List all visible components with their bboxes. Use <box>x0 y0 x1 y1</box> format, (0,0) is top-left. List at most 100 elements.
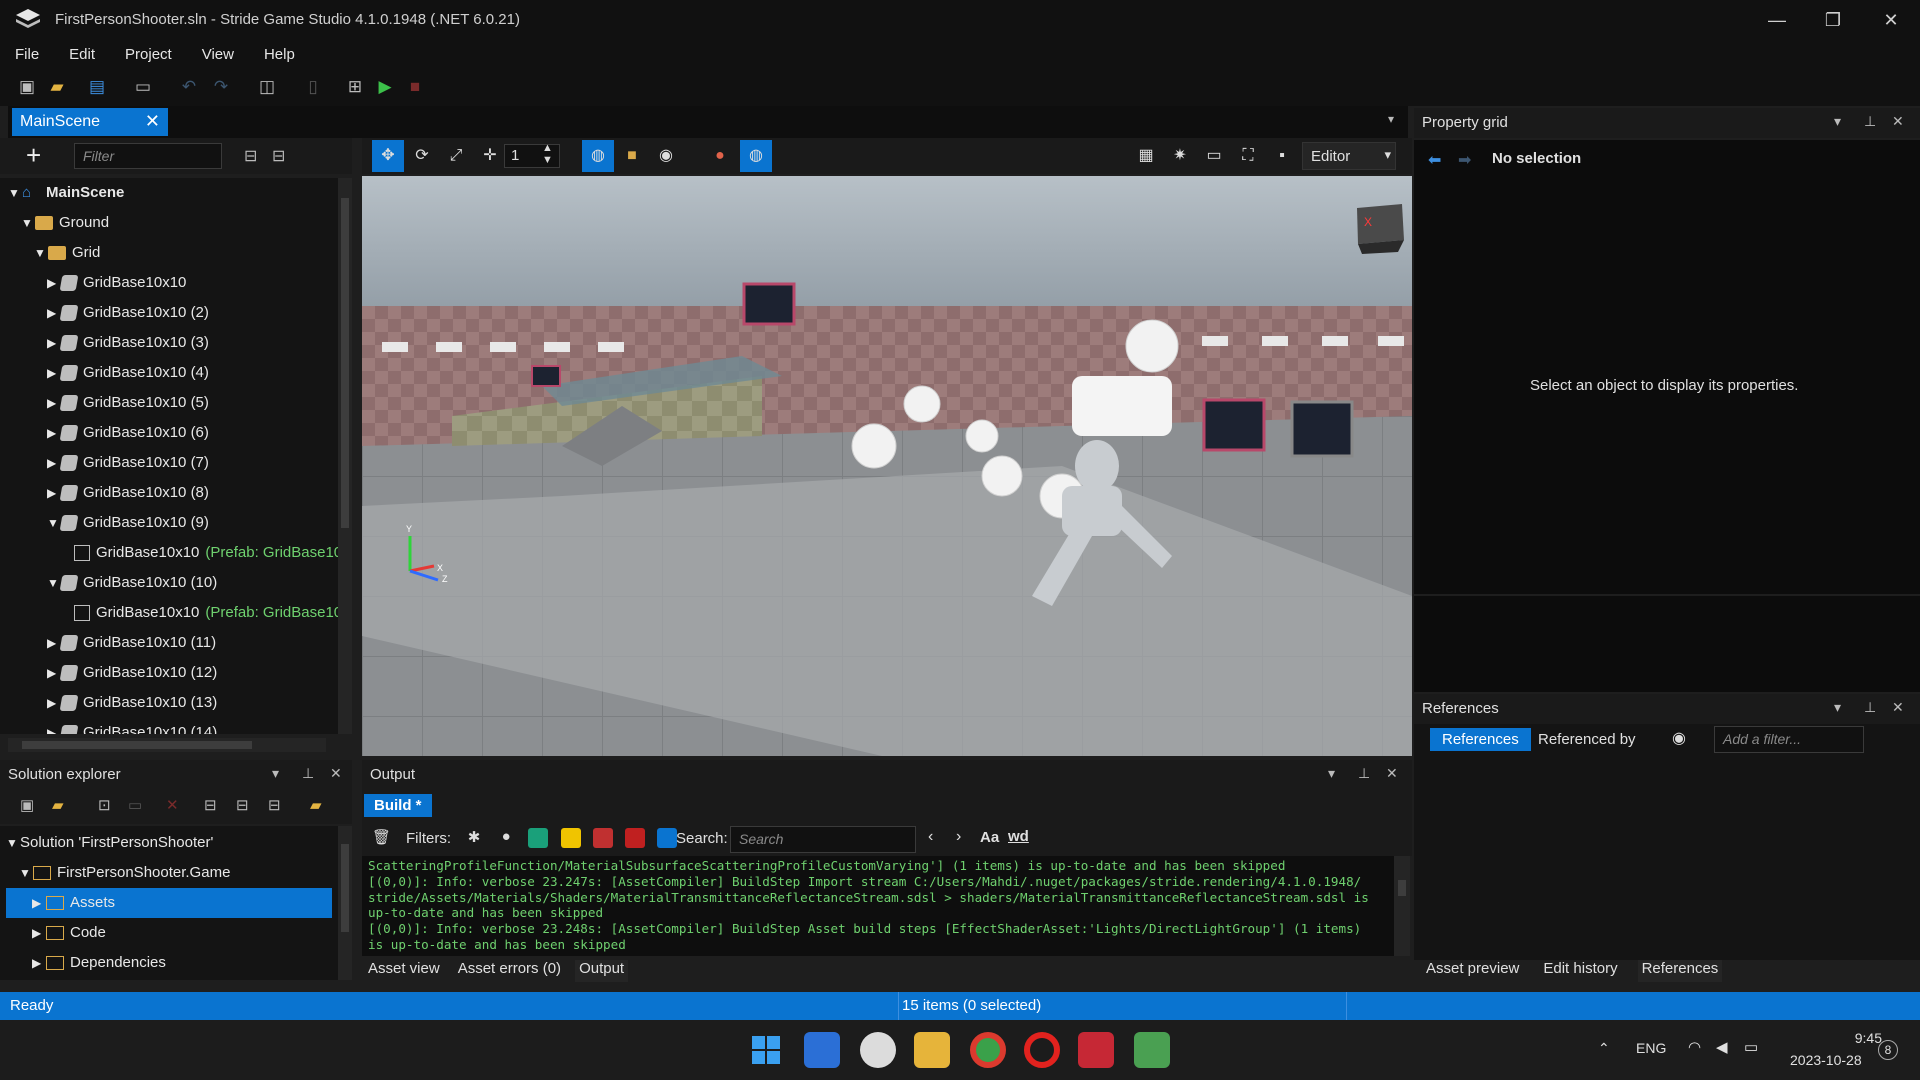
collapsed-arrow-icon[interactable]: ▶ <box>47 628 61 658</box>
collapsed-arrow-icon[interactable]: ▶ <box>47 658 61 688</box>
wifi-icon[interactable]: ◠ <box>1688 1038 1701 1056</box>
hierarchy-tool-icon-2[interactable]: ⊟ <box>272 146 285 166</box>
collapsed-arrow-icon[interactable]: ▶ <box>47 688 61 718</box>
clock-app-icon[interactable] <box>860 1032 896 1068</box>
collapse-icon[interactable]: ⊟ <box>236 796 249 814</box>
play-icon[interactable]: ▶ <box>372 74 398 100</box>
tree-row[interactable]: ▶ GridBase10x10 (4) <box>47 358 209 388</box>
tab-referenced-by[interactable]: Referenced by <box>1538 731 1636 748</box>
expanded-arrow-icon[interactable]: ▼ <box>19 858 33 888</box>
panel-menu-icon[interactable]: ▾ <box>272 765 279 782</box>
scale-gizmo-icon[interactable]: ⤢ <box>440 140 472 172</box>
opera-icon[interactable] <box>1024 1032 1060 1068</box>
clear-log-icon[interactable]: 🗑 <box>372 828 391 846</box>
solution-scrollbar[interactable] <box>338 826 352 980</box>
tab-asset-errors[interactable]: Asset errors (0) <box>454 960 565 982</box>
hierarchy-icon[interactable]: ⊟ <box>268 796 281 814</box>
chrome-icon[interactable] <box>970 1032 1006 1068</box>
minimize-button[interactable]: — <box>1762 6 1792 34</box>
notification-badge[interactable]: 8 <box>1878 1040 1898 1060</box>
fatal-filter-icon[interactable] <box>624 828 645 848</box>
close-panel-icon[interactable]: ✕ <box>1892 699 1904 716</box>
view-cube-gizmo[interactable] <box>1357 204 1404 254</box>
pin-icon[interactable]: ⊥ <box>1864 699 1876 716</box>
collapsed-arrow-icon[interactable]: ▶ <box>47 388 61 418</box>
box-icon[interactable]: ■ <box>616 140 648 172</box>
tree-row[interactable]: ▼ ⌂ MainScene <box>8 178 124 208</box>
tab-edit-history[interactable]: Edit history <box>1539 960 1621 982</box>
tree-row[interactable]: ▼ Ground <box>21 208 109 238</box>
add-folder-icon[interactable]: ▰ <box>52 796 64 814</box>
tab-output[interactable]: Output <box>575 960 629 982</box>
tree-row[interactable]: ▶ GridBase10x10 (14) <box>47 718 217 734</box>
collapsed-arrow-icon[interactable]: ▶ <box>47 358 61 388</box>
close-panel-icon[interactable]: ✕ <box>1892 113 1904 130</box>
windows-start-icon[interactable] <box>748 1032 784 1068</box>
light-gizmo-icon[interactable]: ✷ <box>1164 140 1196 172</box>
snap-icon[interactable]: ✛ <box>474 140 506 172</box>
panel-menu-icon[interactable]: ▾ <box>1328 765 1335 782</box>
eye-icon[interactable]: ◉ <box>1672 728 1686 748</box>
language-indicator[interactable]: ENG <box>1636 1040 1666 1056</box>
add-entity-button[interactable]: + <box>26 140 41 171</box>
pin-icon[interactable]: ⊥ <box>1864 113 1876 130</box>
expanded-arrow-icon[interactable]: ▼ <box>47 508 61 538</box>
forward-arrow-icon[interactable]: ➡ <box>1458 150 1471 170</box>
show-in-explorer-icon[interactable]: ▰ <box>310 796 322 814</box>
pin-icon[interactable]: ⊥ <box>1358 765 1370 782</box>
scroll-thumb[interactable] <box>1398 880 1406 896</box>
next-result-icon[interactable]: › <box>956 828 961 846</box>
new-project-icon[interactable]: ▣ <box>14 74 40 100</box>
tab-overflow-icon[interactable]: ▾ <box>1388 112 1394 126</box>
visibility-icon[interactable]: ◉ <box>650 140 682 172</box>
expanded-arrow-icon[interactable]: ▼ <box>6 828 20 858</box>
match-case-toggle[interactable]: Aa <box>980 829 999 846</box>
new-project-icon[interactable]: ▣ <box>20 796 34 814</box>
clock-time[interactable]: 9:45 <box>1832 1030 1882 1046</box>
document-icon[interactable]: ▯ <box>300 74 326 100</box>
collapsed-arrow-icon[interactable]: ▶ <box>47 718 61 734</box>
frame-icon[interactable]: ⛶ <box>1232 140 1264 172</box>
collapsed-arrow-icon[interactable]: ▶ <box>32 918 46 948</box>
output-scrollbar[interactable] <box>1394 856 1410 956</box>
menu-help[interactable]: Help <box>249 40 310 70</box>
import-icon[interactable]: ⊡ <box>98 796 111 814</box>
tree-row[interactable]: GridBase10x10 (Prefab: GridBase10x <box>60 538 340 568</box>
verbose-filter-icon[interactable]: ● <box>496 828 516 848</box>
file-explorer-icon[interactable] <box>914 1032 950 1068</box>
tree-row[interactable]: ▶ GridBase10x10 <box>47 268 186 298</box>
collapsed-arrow-icon[interactable]: ▶ <box>47 448 61 478</box>
tree-row[interactable]: ▼ GridBase10x10 (10) <box>47 568 217 598</box>
snap-stepper-icon[interactable]: ▲ ▼ <box>542 142 553 166</box>
scene-viewport[interactable]: X Y X Z <box>362 176 1412 756</box>
solution-tree-row[interactable]: ▼ Solution 'FirstPersonShooter' <box>6 828 332 858</box>
tree-row[interactable]: ▶ GridBase10x10 (12) <box>47 658 217 688</box>
hierarchy-vertical-scrollbar[interactable] <box>338 178 352 734</box>
tab-references[interactable]: References <box>1430 728 1531 751</box>
tab-build[interactable]: Build * <box>364 794 432 817</box>
back-arrow-icon[interactable]: ⬅ <box>1428 150 1441 170</box>
tree-row[interactable]: ▶ GridBase10x10 (13) <box>47 688 217 718</box>
tree-row[interactable]: ▶ GridBase10x10 (11) <box>47 628 216 658</box>
tree-row[interactable]: ▶ GridBase10x10 (8) <box>47 478 209 508</box>
world-space-icon[interactable]: ◍ <box>582 140 614 172</box>
tree-row[interactable]: ▶ GridBase10x10 (3) <box>47 328 209 358</box>
error-filter-icon[interactable] <box>592 828 613 848</box>
solution-tree-row[interactable]: ▼ FirstPersonShooter.Game <box>6 858 332 888</box>
solution-tree-row[interactable]: ▶ Assets <box>6 888 332 918</box>
window-icon[interactable]: ▭ <box>130 74 156 100</box>
battery-icon[interactable]: ▭ <box>1744 1038 1758 1056</box>
menu-edit[interactable]: Edit <box>54 40 110 70</box>
close-panel-icon[interactable]: ✕ <box>1386 765 1398 782</box>
solution-tree-row[interactable]: ▶ Code <box>6 918 332 948</box>
close-panel-icon[interactable]: ✕ <box>330 765 342 782</box>
collapsed-arrow-icon[interactable]: ▶ <box>32 888 46 918</box>
grid-toggle-icon[interactable]: ▦ <box>1130 140 1162 172</box>
save-icon[interactable]: ▤ <box>84 74 110 100</box>
tray-chevron-icon[interactable]: ⌃ <box>1598 1040 1610 1057</box>
tab-asset-preview[interactable]: Asset preview <box>1422 960 1523 982</box>
material-icon[interactable]: ● <box>704 140 736 172</box>
collapsed-arrow-icon[interactable]: ▶ <box>47 328 61 358</box>
stride-taskbar-icon[interactable] <box>1078 1032 1114 1068</box>
tree-row[interactable]: ▶ GridBase10x10 (2) <box>47 298 209 328</box>
